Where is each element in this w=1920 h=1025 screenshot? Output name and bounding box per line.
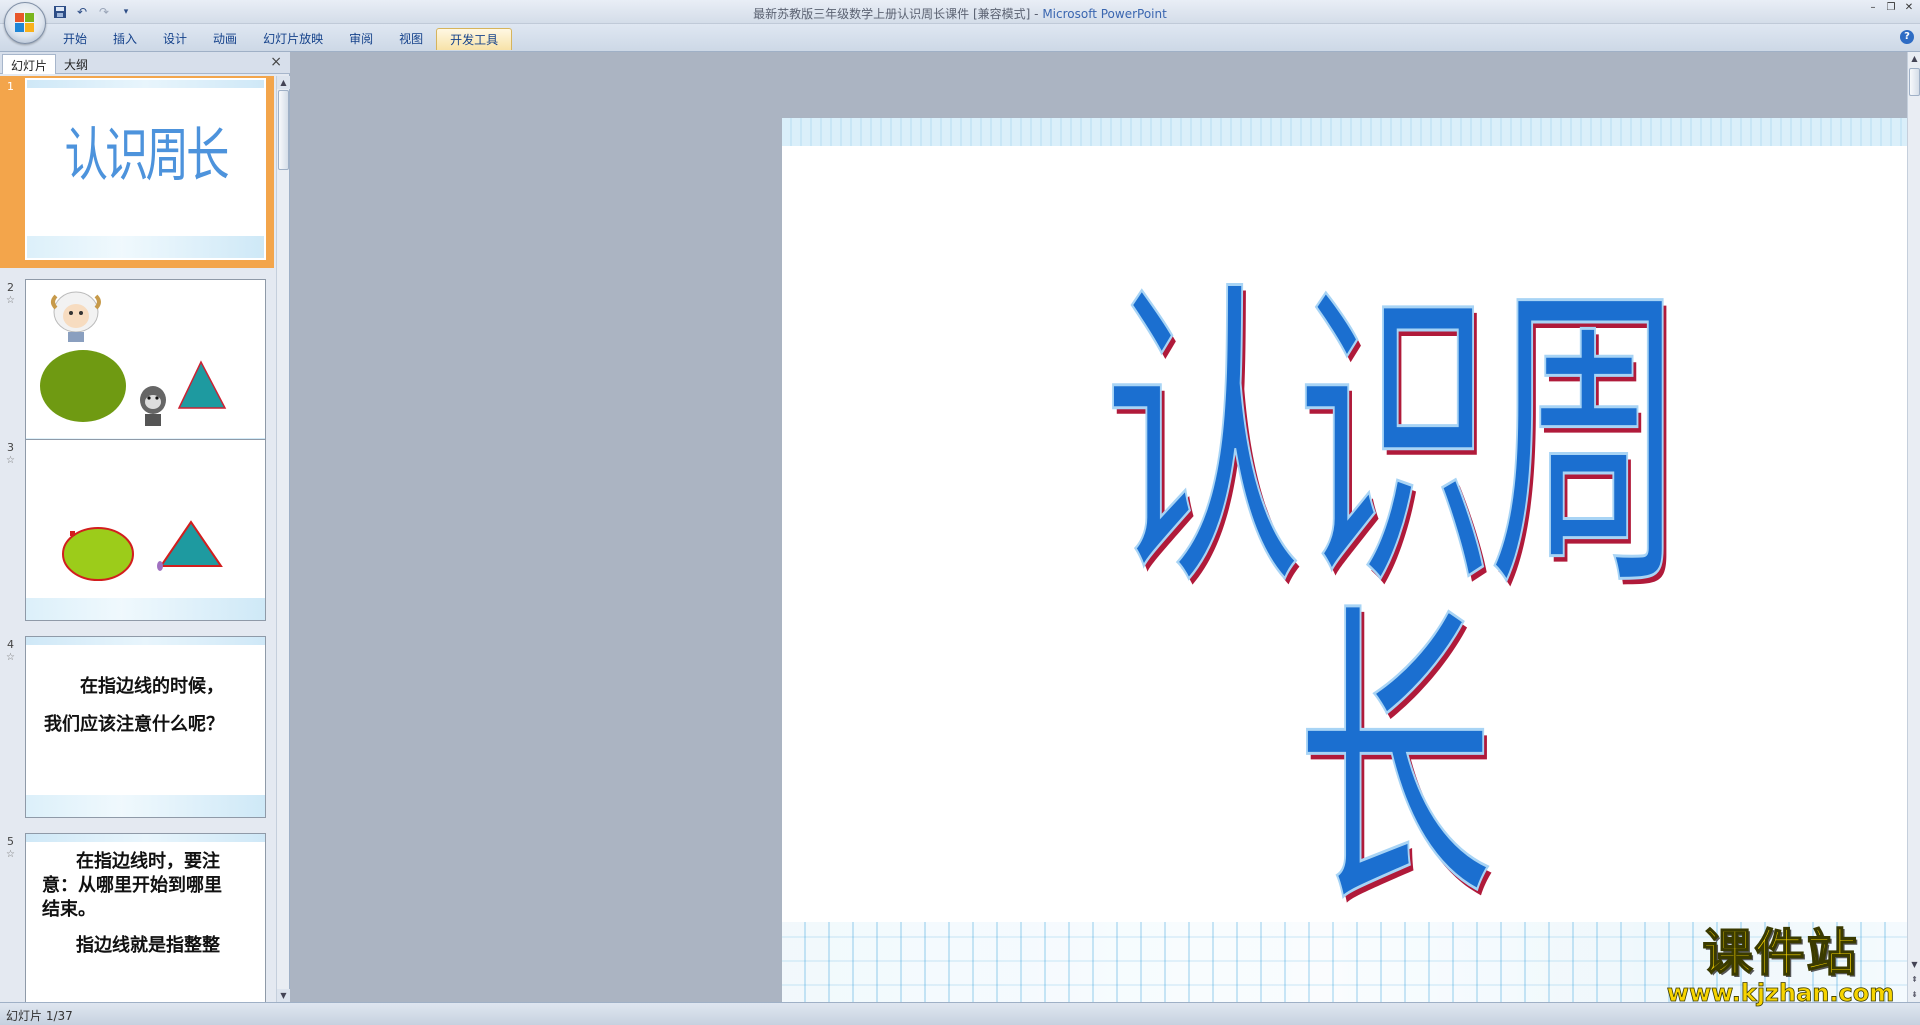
slide-text-line: 指边线就是指整整	[76, 935, 220, 956]
slide-thumbnail-3[interactable]: 3 ☆	[0, 433, 274, 629]
teal-triangle	[177, 360, 227, 409]
slides-pane: 幻灯片 大纲 × 1 认识周长 2 ☆ 3 ☆ 4 ☆ 在指边线的时候， 我们应…	[0, 52, 290, 1002]
scroll-down-icon[interactable]: ▼	[277, 989, 290, 1002]
slide-text-line: 在指边线时，要注	[76, 851, 220, 872]
slide-number: 3	[7, 441, 14, 454]
slide-number: 1	[7, 80, 14, 93]
slide-thumb-canvas: 在指边线时，要注 意：从哪里开始到哪里 结束。 指边线就是指整整	[25, 833, 266, 1002]
slide-text-line: 我们应该注意什么呢？	[44, 714, 224, 735]
slide-editing-area: 认识周长	[291, 52, 1920, 1025]
watermark-logo: 课件站 www.kjzhan.com	[1663, 924, 1898, 1007]
pane-close-icon[interactable]: ×	[270, 54, 282, 70]
animation-star-icon: ☆	[6, 849, 15, 860]
slide-thumb-canvas: 认识周长	[25, 78, 266, 260]
slide-thumbnail-5[interactable]: 5 ☆ 在指边线时，要注 意：从哪里开始到哪里 结束。 指边线就是指整整	[0, 827, 274, 1002]
slide-thumbnail-4[interactable]: 4 ☆ 在指边线的时候， 我们应该注意什么呢？	[0, 630, 274, 826]
scroll-thumb[interactable]	[1909, 68, 1920, 96]
ribbon-tabs: 开始 插入 设计 动画 幻灯片放映 审阅 视图 开发工具	[50, 28, 513, 50]
window-title: 最新苏教版三年级数学上册认识周长课件 [兼容模式] - Microsoft Po…	[753, 7, 1167, 21]
watermark-cn: 课件站	[1702, 924, 1859, 982]
ribbon-tab-7[interactable]: 开发工具	[436, 28, 513, 50]
window-controls: – ❐ ✕	[1866, 2, 1916, 14]
title-bar: ↶ ↷ ▾ 最新苏教版三年级数学上册认识周长课件 [兼容模式] - Micros…	[0, 0, 1920, 24]
slide-3-shapes	[62, 520, 223, 581]
office-logo-icon	[15, 13, 35, 33]
slide-thumb-canvas: 在指边线的时候， 我们应该注意什么呢？	[25, 636, 266, 818]
slide-bottom-strip	[27, 236, 264, 258]
wolf-icon	[140, 386, 166, 426]
restore-icon[interactable]: ❐	[1884, 2, 1898, 14]
slide-thumb-canvas	[25, 439, 266, 621]
previous-slide-icon[interactable]: ⇞	[1908, 973, 1920, 987]
slide-number: 5	[7, 835, 14, 848]
scroll-up-icon[interactable]: ▲	[1908, 52, 1920, 66]
watermark-url: www.kjzhan.com	[1666, 979, 1895, 1007]
slide-top-band	[782, 118, 1920, 146]
slide-number: 4	[7, 638, 14, 651]
animation-star-icon: ☆	[6, 455, 15, 466]
current-slide[interactable]: 认识周长	[782, 118, 1920, 1025]
slide-bottom-strip	[26, 795, 265, 817]
thumb-title: 认识周长	[64, 121, 229, 189]
animation-star-icon: ☆	[6, 295, 15, 306]
slide-thumbnail-1[interactable]: 1 认识周长	[0, 76, 274, 268]
ribbon-tab-3[interactable]: 动画	[200, 28, 250, 50]
slide-counter: 幻灯片 1/37	[6, 1009, 73, 1023]
scroll-thumb[interactable]	[278, 90, 289, 170]
tab-outline[interactable]: 大纲	[56, 54, 96, 74]
minimize-icon[interactable]: –	[1866, 2, 1880, 14]
ribbon-tab-6[interactable]: 视图	[386, 28, 436, 50]
next-slide-icon[interactable]: ⇟	[1908, 988, 1920, 1002]
scroll-down-icon[interactable]: ▼	[1908, 958, 1920, 972]
green-ellipse	[40, 350, 126, 422]
teal-triangle	[159, 520, 223, 567]
close-icon[interactable]: ✕	[1902, 2, 1916, 14]
ribbon-tab-4[interactable]: 幻灯片放映	[250, 28, 336, 50]
help-icon[interactable]: ?	[1900, 30, 1914, 44]
slide-text-line: 意：从哪里开始到哪里	[42, 875, 222, 896]
slide-number: 2	[7, 281, 14, 294]
tab-slides[interactable]: 幻灯片	[2, 54, 57, 74]
office-button[interactable]	[4, 2, 46, 44]
start-marker	[70, 531, 75, 536]
slide-top-strip	[26, 637, 265, 645]
animation-star-icon: ☆	[6, 652, 15, 663]
status-bar: 幻灯片 1/37	[0, 1002, 1920, 1025]
ribbon-tab-1[interactable]: 插入	[100, 28, 150, 50]
slide-text-line: 结束。	[42, 899, 96, 920]
ribbon: 开始 插入 设计 动画 幻灯片放映 审阅 视图 开发工具 ?	[0, 24, 1920, 52]
thumbnails-scrollbar[interactable]: ▲ ▼	[276, 76, 290, 1002]
ribbon-tab-2[interactable]: 设计	[150, 28, 200, 50]
end-marker	[157, 561, 163, 571]
slide-text-line: 在指边线的时候，	[80, 676, 224, 697]
ribbon-tab-0[interactable]: 开始	[50, 28, 100, 50]
slide-top-strip	[26, 834, 265, 842]
slide-title[interactable]: 认识周长	[1014, 282, 1770, 925]
slide-top-strip	[27, 80, 264, 88]
pane-tabs: 幻灯片 大纲 ×	[0, 52, 290, 74]
scroll-up-icon[interactable]: ▲	[277, 76, 290, 89]
sheep-icon	[51, 291, 101, 342]
slide-scrollbar[interactable]: ▲ ▼ ⇞ ⇟	[1907, 52, 1920, 1002]
ribbon-tab-5[interactable]: 审阅	[336, 28, 386, 50]
slide-thumbnails: 1 认识周长 2 ☆ 3 ☆ 4 ☆ 在指边线的时候， 我们应该注意什么呢？ 5…	[0, 76, 274, 1002]
